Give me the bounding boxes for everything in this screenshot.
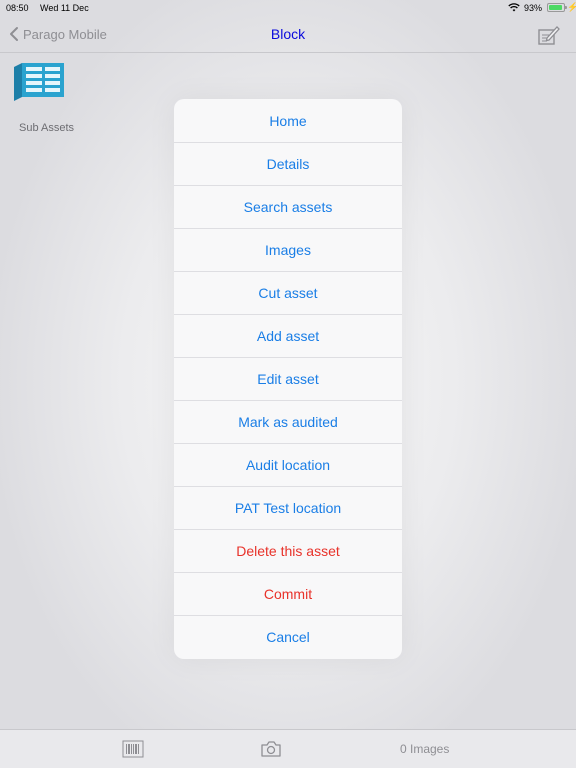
barcode-icon[interactable] [122, 740, 144, 758]
action-pat-test-location[interactable]: PAT Test location [174, 486, 402, 529]
charging-icon: ⚡ [567, 2, 576, 12]
page-title: Block [270, 26, 306, 42]
action-cut-asset[interactable]: Cut asset [174, 271, 402, 314]
action-mark-as-audited[interactable]: Mark as audited [174, 400, 402, 443]
bottom-toolbar: 0 Images [0, 729, 576, 768]
battery-icon [547, 3, 567, 12]
action-add-asset[interactable]: Add asset [174, 314, 402, 357]
wifi-icon [508, 3, 520, 12]
status-bar: 08:50 Wed 11 Dec 93% ⚡ [0, 0, 576, 16]
images-count: 0 Images [400, 742, 450, 756]
battery-percentage: 93% [524, 3, 543, 13]
action-details[interactable]: Details [174, 142, 402, 185]
action-sheet: Home Details Search assets Images Cut as… [174, 99, 402, 659]
sub-assets-label: Sub Assets [19, 122, 75, 134]
compose-icon[interactable] [537, 24, 561, 46]
navigation-bar: Parago Mobile Block [0, 16, 576, 53]
action-delete-asset[interactable]: Delete this asset [174, 529, 402, 572]
action-edit-asset[interactable]: Edit asset [174, 357, 402, 400]
action-cancel[interactable]: Cancel [174, 615, 402, 658]
asset-block-icon[interactable] [12, 63, 66, 101]
action-images[interactable]: Images [174, 228, 402, 271]
action-search-assets[interactable]: Search assets [174, 185, 402, 228]
camera-icon[interactable] [260, 740, 282, 758]
action-commit[interactable]: Commit [174, 572, 402, 615]
action-audit-location[interactable]: Audit location [174, 443, 402, 486]
status-date: Wed 11 Dec [40, 3, 89, 13]
status-time: 08:50 [6, 3, 29, 13]
action-home[interactable]: Home [174, 99, 402, 142]
